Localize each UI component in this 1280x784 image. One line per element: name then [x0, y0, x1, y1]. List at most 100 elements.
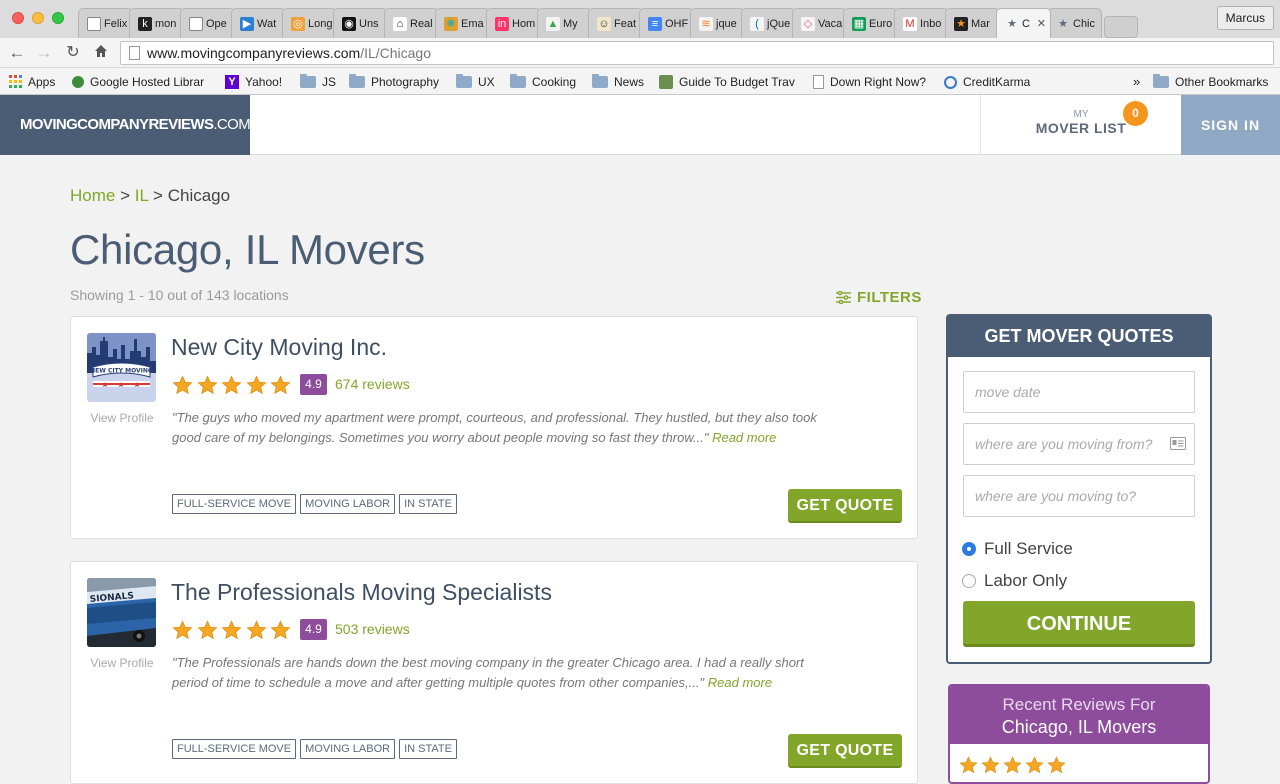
tag-full-service-move: FULL-SERVICE MOVE [172, 739, 297, 759]
view-profile-link[interactable]: View Profile [81, 411, 163, 425]
full-service-radio[interactable]: Full Service [962, 539, 1073, 559]
moving-to-input[interactable]: where are you moving to? [963, 475, 1195, 517]
browser-tab[interactable]: ★ C ✕ [996, 8, 1051, 38]
browser-tab[interactable]: (jQue [741, 8, 796, 38]
breadcrumb-home-link[interactable]: Home [70, 186, 115, 205]
browser-tab[interactable]: Ope [180, 8, 235, 38]
get-quote-button[interactable]: GET QUOTE [788, 489, 902, 523]
window-maximize-button[interactable] [52, 12, 64, 24]
address-card-icon [1170, 437, 1186, 450]
browser-tab[interactable]: ✺ Ema [435, 8, 490, 38]
forward-icon[interactable]: → [33, 42, 55, 64]
mover-list-small-label: MY [1073, 109, 1089, 120]
company-logo-new-city-moving[interactable]: NEW CITY MOVING [87, 333, 156, 402]
star-icon [221, 620, 242, 641]
star-icon [981, 756, 1000, 775]
tag-moving-labor: MOVING LABOR [300, 494, 396, 514]
browser-tab[interactable]: ◉ Uns [333, 8, 388, 38]
k-icon: k [138, 16, 152, 31]
circle-icon: ◎ [291, 16, 305, 31]
new-tab-button[interactable] [1104, 16, 1138, 38]
tab-strip: Felix k mon Ope ▶ Wat ◎ Long ◉ Uns ⌂ Real ✺ Ema in Hom ▲… [0, 0, 1280, 38]
mover-list-button[interactable]: MY MOVER LIST 0 [980, 95, 1181, 155]
view-profile-link[interactable]: View Profile [81, 656, 163, 670]
browser-tab[interactable]: ▲ My [537, 8, 592, 38]
browser-tab[interactable]: ⌂ Real [384, 8, 439, 38]
bookmark-folder-ux[interactable]: UX [456, 74, 495, 90]
sign-in-button[interactable]: SIGN IN [1181, 95, 1280, 155]
company-name-link[interactable]: The Professionals Moving Specialists [171, 579, 552, 606]
url-host: www.movingcompanyreviews.com [147, 45, 361, 61]
bookmark-folder-photography[interactable]: Photography [349, 74, 439, 90]
browser-tab[interactable]: ▦ Euro [843, 8, 898, 38]
page-icon [813, 75, 824, 89]
browser-tab[interactable]: ★ Chic [1047, 8, 1102, 38]
window-minimize-button[interactable] [32, 12, 44, 24]
star-icon: ★ [1007, 17, 1017, 30]
tag-full-service-move: FULL-SERVICE MOVE [172, 494, 297, 514]
reload-icon[interactable]: ↻ [62, 42, 84, 64]
bookmark-down-right-now[interactable]: Down Right Now? [813, 74, 926, 90]
browser-tab[interactable]: k mon [129, 8, 184, 38]
browser-tab[interactable]: Felix [78, 8, 133, 38]
bookmark-other-bookmarks[interactable]: Other Bookmarks [1153, 74, 1268, 90]
moving-from-input[interactable]: where are you moving from? [963, 423, 1195, 465]
bookmark-folder-cooking[interactable]: Cooking [510, 74, 576, 90]
bookmark-folder-news[interactable]: News [592, 74, 644, 90]
browser-tab[interactable]: M Inbo [894, 8, 949, 38]
browser-tab[interactable]: ☺ Feat [588, 8, 643, 38]
browser-tab[interactable]: ≋ jque [690, 8, 745, 38]
continue-button[interactable]: CONTINUE [963, 601, 1195, 647]
browser-tab-label: Chic [1073, 17, 1096, 30]
labor-only-radio[interactable]: Labor Only [962, 571, 1067, 591]
page-icon [189, 16, 203, 31]
browser-tab-label: Mar [971, 17, 990, 30]
browser-tab[interactable]: ≡ OHF [639, 8, 694, 38]
stack-icon: ≋ [699, 16, 713, 31]
yahoo-icon: Y [225, 75, 239, 89]
service-tags: FULL-SERVICE MOVE MOVING LABOR IN STATE [172, 739, 461, 759]
mover-list-label: MOVER LIST [1035, 120, 1127, 136]
move-date-input[interactable]: move date [963, 371, 1195, 413]
browser-tab[interactable]: ▶ Wat [231, 8, 286, 38]
breadcrumb-state-link[interactable]: IL [135, 186, 149, 205]
bookmark-budget-travel[interactable]: Guide To Budget Trav [659, 74, 795, 90]
browser-tab-label: C [1022, 17, 1030, 30]
browser-tab[interactable]: in Hom [486, 8, 541, 38]
star-icon: ★ [1058, 17, 1068, 30]
browser-tab[interactable]: ★ Mar [945, 8, 1000, 38]
drive-icon: ▲ [546, 16, 560, 31]
bookmark-apps[interactable]: Apps [8, 74, 55, 90]
star-icon [1047, 756, 1066, 775]
bookmark-folder-js[interactable]: JS [300, 74, 336, 90]
star-icon [221, 375, 242, 396]
read-more-link[interactable]: Read more [712, 430, 776, 445]
bookmark-creditkarma[interactable]: CreditKarma [944, 74, 1030, 90]
address-bar[interactable]: www.movingcompanyreviews.com/IL/Chicago [120, 41, 1274, 65]
window-close-button[interactable] [12, 12, 24, 24]
close-tab-icon[interactable]: ✕ [1037, 17, 1046, 30]
reviews-count-link[interactable]: 503 reviews [335, 621, 410, 637]
read-more-link[interactable]: Read more [708, 675, 772, 690]
apps-grid-icon [8, 75, 22, 89]
home-icon[interactable] [90, 42, 112, 64]
page-icon [87, 16, 101, 31]
company-logo-professionals-moving[interactable]: SIONALS [87, 578, 156, 647]
browser-tab[interactable]: ◇ Vaca [792, 8, 847, 38]
bookmark-google-hosted[interactable]: Google Hosted Librar [72, 74, 204, 90]
radio-unselected-icon [962, 574, 976, 588]
get-quote-button[interactable]: GET QUOTE [788, 734, 902, 768]
reviews-count-link[interactable]: 674 reviews [335, 376, 410, 392]
back-icon[interactable]: ← [6, 42, 28, 64]
airbnb-icon: ◇ [801, 16, 815, 31]
browser-tab[interactable]: ◎ Long [282, 8, 337, 38]
bookmarks-overflow-icon[interactable]: » [1133, 74, 1140, 90]
filters-button[interactable]: FILTERS [836, 289, 922, 306]
profile-button[interactable]: Marcus [1216, 6, 1274, 30]
browser-tab-label: mon [155, 17, 177, 30]
folder-icon [349, 74, 365, 88]
site-logo[interactable]: MOVINGCOMPANYREVIEWS.COM [0, 95, 251, 155]
bookmark-yahoo[interactable]: Y Yahoo! [225, 74, 282, 90]
company-name-link[interactable]: New City Moving Inc. [171, 334, 387, 361]
browser-tab-label: Real [410, 17, 433, 30]
